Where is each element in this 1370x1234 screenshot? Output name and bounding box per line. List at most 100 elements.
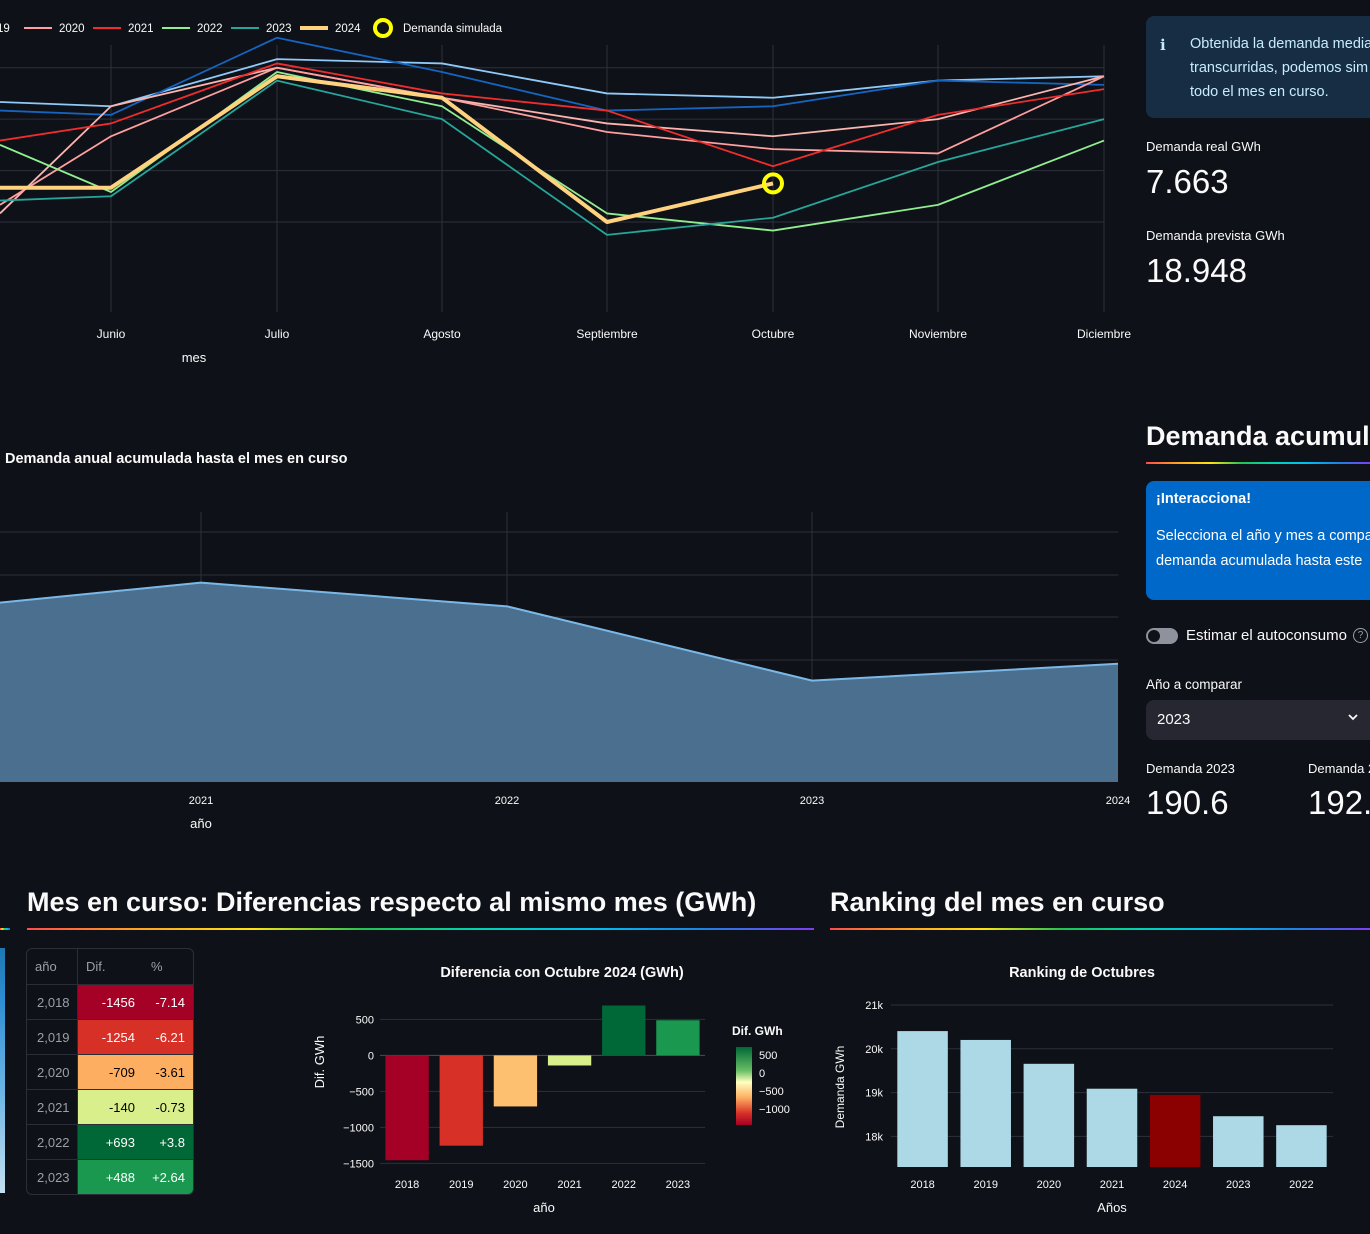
legend-label: Demanda simulada: [403, 23, 503, 35]
cell-year: 2,021: [27, 1090, 78, 1125]
bar-2019: [960, 1039, 1011, 1167]
colorbar: Dif. GWh 500 0 −500 −1000: [732, 1024, 790, 1125]
x-tick-label: 2022: [495, 795, 519, 807]
table-row: 2,022 +693 +3.8: [27, 1124, 193, 1160]
table-row: 2,019 -1254 -6.21: [27, 1019, 193, 1055]
colorbar-tick: −500: [759, 1086, 784, 1098]
x-tick-label: Agosto: [423, 327, 461, 341]
section-title-acumulada: Demanda acumula: [1146, 421, 1370, 451]
cell-pct: +3.8: [143, 1125, 193, 1160]
x-tick-label: 2018: [910, 1179, 934, 1191]
y-tick-label: 21k: [865, 1000, 883, 1012]
info-line-1: Obtenida la demanda media: [1190, 36, 1370, 52]
cell-dif: -709: [78, 1055, 143, 1090]
cell-pct: -6.21: [143, 1020, 193, 1055]
x-tick-label: Noviembre: [909, 327, 967, 341]
legend-label: 19: [0, 23, 10, 35]
selected-year: 2023: [1157, 711, 1191, 728]
differences-table: año Dif. GWh % 2,018-1456-7.142,019-1254…: [26, 948, 194, 1195]
header-dif[interactable]: Dif. GWh: [78, 949, 143, 1009]
metric-value-demanda-2023: 190.6: [1146, 784, 1229, 821]
autoconsumo-toggle[interactable]: [1146, 628, 1178, 644]
cell-pct: +2.64: [143, 1160, 193, 1194]
cell-pct: -3.61: [143, 1055, 193, 1090]
bar-2021: [1086, 1088, 1138, 1167]
bar-2023: [656, 1020, 700, 1056]
cell-pct: -0.73: [143, 1090, 193, 1125]
y-tick-label: 19k: [865, 1088, 883, 1100]
interaction-alert: ¡Interacciona! Selecciona el año y mes a…: [1146, 481, 1370, 600]
info-alert: ℹ Obtenida la demanda media transcurrida…: [1146, 16, 1370, 118]
x-tick-label: 2021: [557, 1179, 581, 1191]
table-row: 2,021 -140 -0.73: [27, 1089, 193, 1125]
year-select[interactable]: 2023: [1146, 700, 1370, 740]
section-title-diferencias: Mes en curso: Diferencias respecto al mi…: [27, 887, 757, 917]
x-tick-label: Julio: [265, 327, 290, 341]
bar-2022: [602, 1005, 646, 1056]
cell-year: 2,020: [27, 1055, 78, 1090]
section-divider: [1146, 462, 1370, 464]
metric-value-demanda-prevista: 18.948: [1146, 252, 1247, 289]
chevron-down-icon: [1346, 710, 1360, 727]
bar-2022: [1276, 1125, 1327, 1167]
area-fill: [0, 582, 1118, 782]
x-axis-title: año: [190, 816, 212, 831]
y-tick-label: 500: [356, 1014, 374, 1026]
x-tick-label: Junio: [97, 327, 126, 341]
section-divider: [27, 928, 814, 930]
alert-line-1: Selecciona el año y mes a compa: [1156, 528, 1370, 544]
bar-2023: [1213, 1116, 1264, 1167]
metric-label-demanda-2023: Demanda 2023: [1146, 761, 1235, 776]
metric-value-demanda-real: 7.663: [1146, 163, 1229, 200]
x-tick-label: 2023: [1226, 1179, 1250, 1191]
header-pct[interactable]: %: [143, 949, 193, 984]
bar-2020: [493, 1055, 538, 1107]
bar-2024: [1149, 1094, 1201, 1167]
section-divider: [0, 928, 10, 930]
cell-year: 2,019: [27, 1020, 78, 1055]
table-remnant: [0, 948, 5, 1193]
monthly-demand-line-chart: 19 2020 2021 2022 2023 2024 Demanda simulada J…: [0, 18, 1131, 365]
colorbar-gradient: [736, 1047, 752, 1125]
metric-label-demanda-prevista: Demanda prevista GWh: [1146, 228, 1285, 243]
chart-title: Demanda anual acumulada hasta el mes en …: [5, 451, 348, 467]
colorbar-title: Dif. GWh: [732, 1024, 783, 1038]
x-tick-label: 2022: [612, 1179, 636, 1191]
toggle-knob: [1148, 630, 1160, 642]
bar-2018: [897, 1031, 948, 1167]
legend-marker: [373, 18, 393, 38]
table-row: 2,020 -709 -3.61: [27, 1054, 193, 1090]
info-line-3: todo el mes en curso.: [1190, 84, 1329, 100]
table-header: año Dif. GWh %: [27, 949, 193, 1009]
x-tick-label: 2019: [449, 1179, 473, 1191]
legend-label: 2020: [59, 23, 85, 35]
legend-label: 2021: [128, 23, 154, 35]
cell-year: 2,018: [27, 985, 78, 1020]
y-tick-label: −1000: [343, 1122, 374, 1134]
y-tick-label: 20k: [865, 1044, 883, 1056]
y-axis-title: Demanda GWh: [833, 1046, 847, 1129]
x-tick-label: 2021: [1100, 1179, 1124, 1191]
x-tick-label: 2021: [189, 795, 213, 807]
header-year[interactable]: año: [27, 949, 78, 984]
alert-title: ¡Interacciona!: [1156, 491, 1252, 507]
legend-label: 2024: [335, 23, 361, 35]
difference-bar-chart: Diferencia con Octubre 2024 (GWh) 500 0 −5…: [312, 965, 790, 1215]
x-tick-label: 2018: [395, 1179, 419, 1191]
cell-dif: -1254: [78, 1020, 143, 1055]
cell-dif: +693: [78, 1125, 143, 1160]
series-line-2024: [0, 74, 774, 224]
bar-2021: [547, 1055, 592, 1066]
table-row: 2,023 +488 +2.64: [27, 1159, 193, 1194]
metric-value-demanda-2024: 192.: [1308, 784, 1370, 821]
x-tick-label: 2024: [1163, 1179, 1187, 1191]
x-tick-label: 2023: [666, 1179, 690, 1191]
x-tick-label: Septiembre: [576, 327, 638, 341]
x-axis-title: año: [533, 1200, 555, 1215]
chart-title: Ranking de Octubres: [1009, 965, 1155, 981]
help-icon[interactable]: ?: [1353, 628, 1368, 643]
section-divider: [830, 928, 1370, 930]
cell-pct: -7.14: [143, 985, 193, 1020]
legend-label: 2023: [266, 23, 292, 35]
bar-2018: [385, 1055, 429, 1161]
